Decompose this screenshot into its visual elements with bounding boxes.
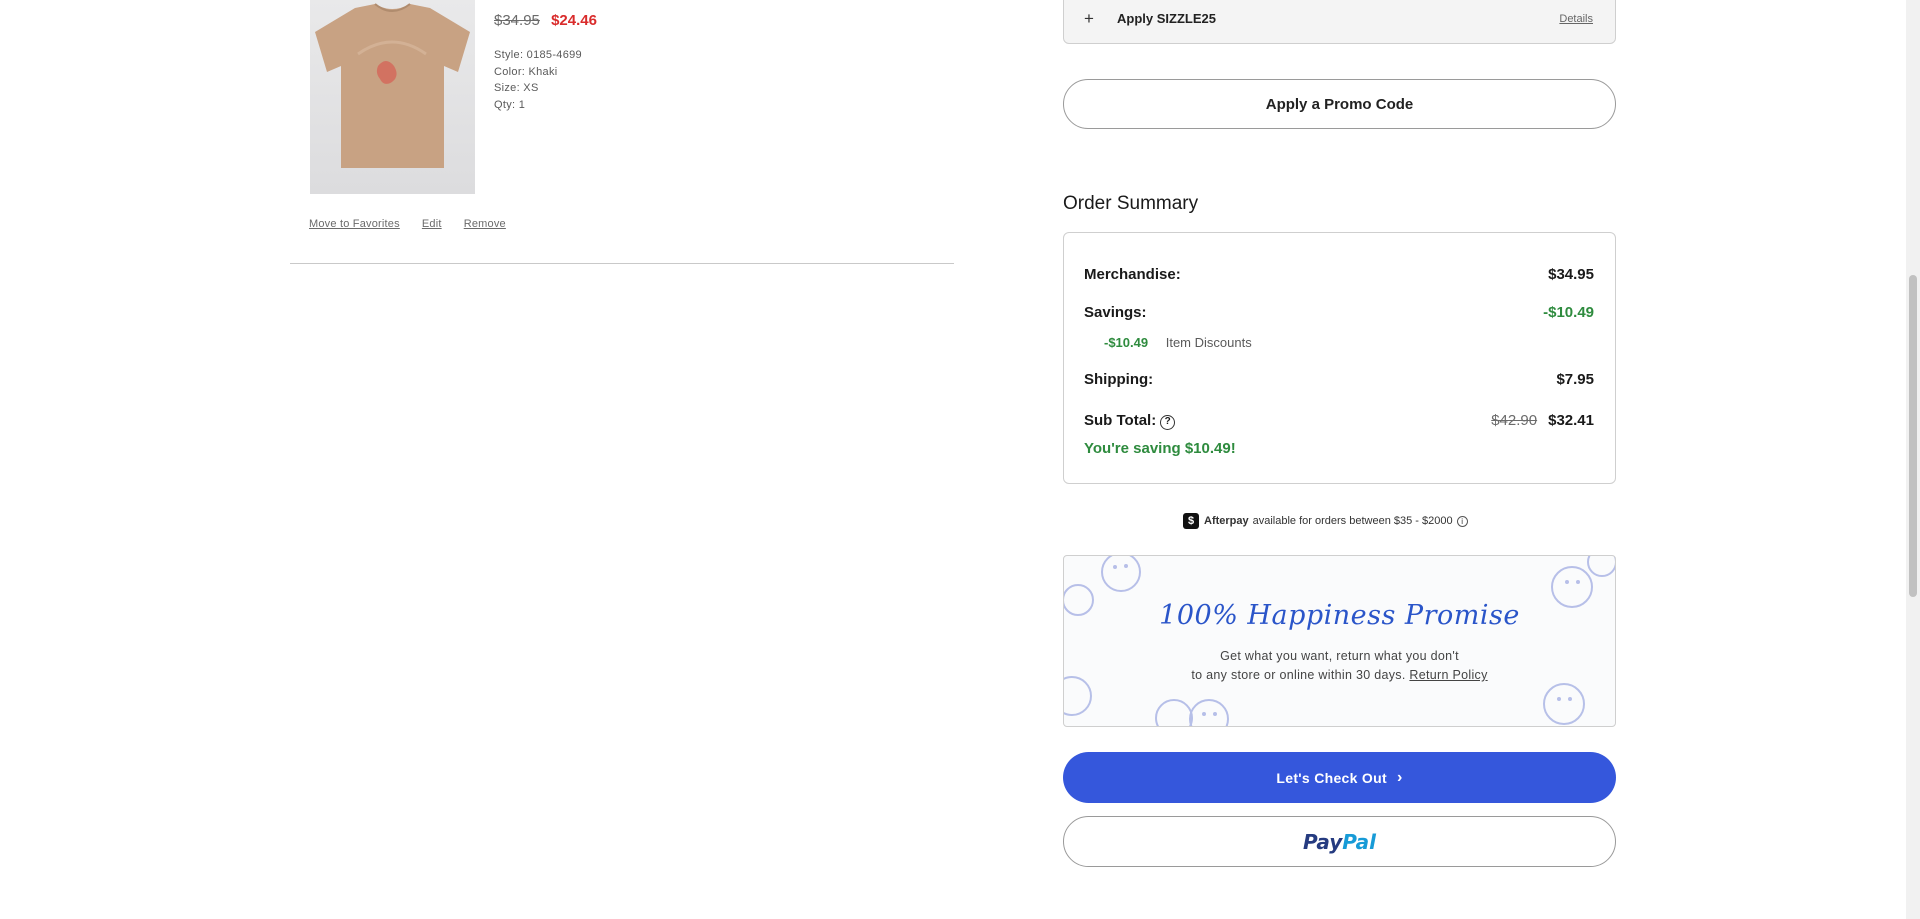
chevron-right-icon: ›: [1396, 768, 1403, 786]
edit-link[interactable]: Edit: [422, 218, 442, 230]
subtotal-values: $42.90 $32.41: [1491, 412, 1594, 429]
checkout-button[interactable]: Let's Check Out ›: [1063, 752, 1616, 803]
item-color: Color: Khaki: [494, 65, 558, 78]
paypal-button[interactable]: Pay Pal: [1063, 816, 1616, 867]
subtotal-original: $42.90: [1491, 412, 1538, 429]
subtotal-value: $32.41: [1548, 412, 1594, 429]
promise-line-2-text: to any store or online within 30 days.: [1191, 668, 1406, 682]
order-summary-box: Merchandise: $34.95 Savings: -$10.49 -$1…: [1063, 232, 1616, 484]
checkout-label: Let's Check Out: [1276, 769, 1387, 786]
paypal-logo-part-2: Pal: [1342, 829, 1377, 854]
promise-line-2: to any store or online within 30 days. R…: [1064, 666, 1615, 685]
return-policy-link[interactable]: Return Policy: [1409, 668, 1487, 682]
item-style: Style: 0185-4699: [494, 49, 582, 61]
savings-row: Savings: -$10.49: [1084, 304, 1594, 321]
afterpay-logo-icon: $: [1183, 513, 1199, 529]
coupon-details-link[interactable]: Details: [1559, 13, 1593, 25]
item-price: $34.95 $24.46: [494, 12, 597, 29]
item-size: Size: XS: [494, 82, 539, 94]
paypal-logo-part-1: Pay: [1302, 829, 1343, 854]
savings-value: -$10.49: [1543, 304, 1594, 321]
help-icon[interactable]: ?: [1160, 415, 1176, 430]
subtotal-row: Sub Total:? $42.90 $32.41: [1084, 412, 1594, 430]
product-image[interactable]: [310, 0, 475, 194]
sale-price: $24.46: [551, 12, 597, 29]
merchandise-row: Merchandise: $34.95: [1084, 266, 1594, 283]
afterpay-brand: Afterpay: [1204, 515, 1249, 527]
coupon-offer[interactable]: + Apply SIZZLE25 Details: [1063, 0, 1616, 44]
order-summary-title: Order Summary: [1063, 193, 1199, 214]
saving-message: You're saving $10.49!: [1084, 440, 1236, 457]
shipping-value: $7.95: [1556, 371, 1594, 388]
merchandise-label: Merchandise:: [1084, 266, 1181, 283]
item-details: Style: 0185-4699 Color: Khaki Size: XS Q…: [494, 47, 582, 113]
scrollbar[interactable]: [1906, 0, 1920, 919]
promise-line-1: Get what you want, return what you don't: [1220, 649, 1459, 663]
item-discount-row: -$10.49 Item Discounts: [1104, 335, 1252, 350]
savings-label: Savings:: [1084, 304, 1147, 321]
original-price: $34.95: [494, 12, 540, 29]
remove-link[interactable]: Remove: [464, 218, 506, 230]
afterpay-note: $ Afterpay available for orders between …: [1183, 513, 1468, 529]
scrollbar-thumb[interactable]: [1909, 275, 1917, 597]
afterpay-text: available for orders between $35 - $2000: [1252, 515, 1453, 527]
discount-name: Item Discounts: [1165, 335, 1252, 350]
promise-title: 100% Happiness Promise: [1159, 600, 1520, 631]
discount-amount: -$10.49: [1104, 335, 1149, 350]
apply-promo-code-button[interactable]: Apply a Promo Code: [1063, 79, 1616, 129]
promise-text: Get what you want, return what you don't…: [1064, 647, 1615, 685]
item-divider: [290, 263, 954, 264]
shipping-label: Shipping:: [1084, 371, 1154, 388]
subtotal-label: Sub Total:: [1084, 412, 1157, 429]
item-qty: Qty: 1: [494, 98, 526, 111]
item-actions: Move to Favorites Edit Remove: [309, 218, 525, 230]
move-to-favorites-link[interactable]: Move to Favorites: [309, 218, 400, 230]
happiness-promise-banner: 100% Happiness Promise Get what you want…: [1063, 555, 1616, 727]
merchandise-value: $34.95: [1548, 266, 1594, 283]
info-icon[interactable]: i: [1456, 515, 1468, 527]
shipping-row: Shipping: $7.95: [1084, 371, 1594, 388]
coupon-label: Apply SIZZLE25: [1117, 11, 1216, 26]
smiley-pattern-icon: [1064, 556, 1615, 726]
plus-icon[interactable]: +: [1084, 9, 1094, 29]
